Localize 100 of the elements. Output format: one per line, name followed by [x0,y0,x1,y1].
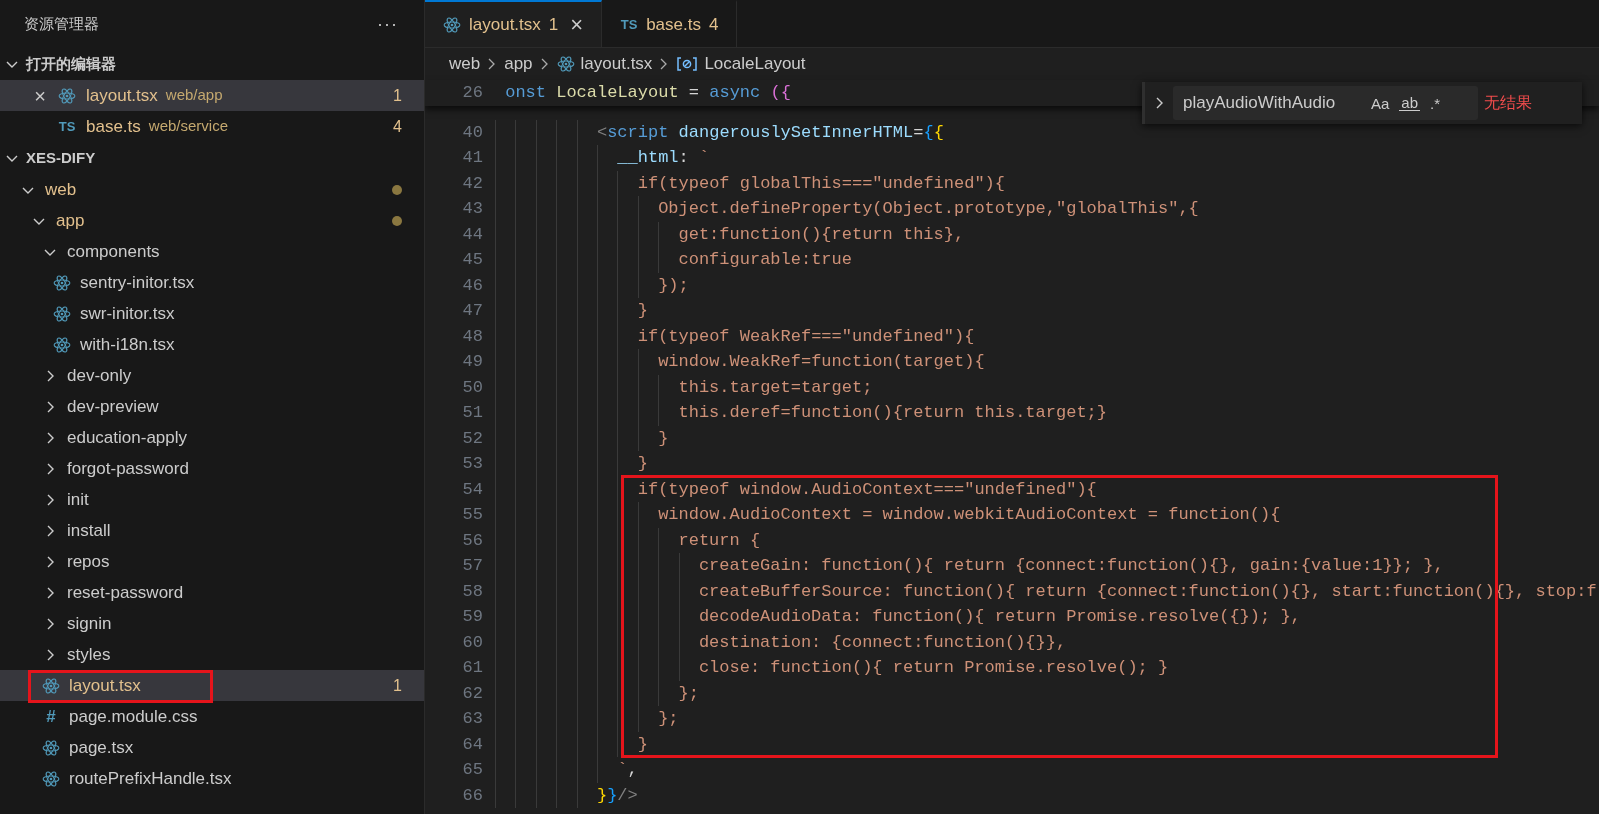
folder-item[interactable]: init [0,484,424,515]
file-name: layout.tsx [69,674,141,697]
folder-name: repos [67,550,110,573]
code-line: }; [678,682,699,705]
folder-item[interactable]: components [0,236,424,267]
folder-item[interactable]: install [0,515,424,546]
folder-name: reset-password [67,581,184,604]
atom-icon [443,15,461,34]
line-number: 41 [461,147,483,169]
breadcrumb-item[interactable]: layout.tsx [580,51,653,77]
code-line: if(typeof globalThis==="undefined"){ [637,172,1005,195]
folder-item[interactable]: repos [0,546,424,577]
code-line: } [637,453,648,475]
atom-icon [53,335,71,354]
atom-icon [42,676,60,695]
file-name: routePrefixHandle.tsx [69,767,232,790]
line-number: 45 [461,249,483,271]
file-type-label: TS [58,117,76,136]
problem-count: 1 [393,85,402,106]
editor-tab[interactable]: layout.tsx 1 × [425,0,603,47]
file-item[interactable]: sentry-initor.tsx [0,267,424,298]
line-number: 65 [461,759,483,781]
file-item[interactable]: page.tsx [0,732,424,763]
breadcrumb-item[interactable]: web [449,51,481,77]
file-name: base.ts [86,115,141,138]
folder-item[interactable]: signin [0,608,424,639]
folder-item[interactable]: dev-preview [0,391,424,422]
line-number: 56 [461,529,483,552]
file-type-label: TS [620,15,639,34]
file-item[interactable]: # page.module.css [0,701,424,732]
file-path: web/service [148,116,228,137]
section-title[interactable]: XES-DIFY [26,146,96,170]
file-path: web/app [165,85,223,106]
code-line: window.AudioContext = window.webkitAudioContext = function(){ [658,504,1281,526]
search-result-text: 无结果 [1484,93,1532,113]
file-name: layout.tsx [86,84,158,107]
file-item[interactable]: swr-initor.tsx [0,298,424,329]
code-line: } [637,733,648,756]
code-line: destination: {connect:function(){}}, [698,631,1067,654]
search-option-toggle[interactable]: .* [1428,95,1443,111]
close-icon[interactable]: × [570,8,584,41]
code-line: configurable:true [678,249,852,271]
folder-item[interactable]: reset-password [0,577,424,608]
search-option-toggle[interactable]: ab [1399,95,1421,111]
line-number: 60 [461,631,483,654]
line-number: 44 [461,223,483,246]
open-editor-item[interactable]: × layout.tsx web/app 1 [0,80,424,111]
code-line: __html: ` [617,147,710,169]
line-number: 62 [461,682,483,705]
line-number: 46 [461,274,483,297]
problem-count: 4 [393,116,402,137]
file-name: page.module.css [69,705,198,728]
code-line: }}/> [596,784,638,807]
line-number: 40 [461,121,483,144]
search-option-toggle[interactable]: Aa [1369,95,1392,111]
atom-icon [42,769,60,788]
folder-item[interactable]: app [0,205,424,236]
file-item[interactable]: layout.tsx 1 [0,670,424,701]
folder-name: dev-preview [67,395,159,418]
line-number: 66 [461,784,483,807]
breadcrumb-item[interactable]: LocaleLayout [704,51,806,77]
breadcrumb-item[interactable]: app [504,51,533,77]
line-number: 50 [461,376,483,399]
code-line: }; [658,708,679,730]
folder-item[interactable]: web [0,174,424,205]
section-title[interactable]: 打开的编辑器 [26,52,116,76]
line-number: 53 [461,453,483,475]
line-number: 48 [461,325,483,348]
folder-item[interactable]: dev-only [0,360,424,391]
line-number: 54 [461,478,483,501]
folder-name: components [67,240,160,263]
file-name: page.tsx [69,736,134,759]
folder-item[interactable]: styles [0,639,424,670]
code-line: this.deref=function(){return this.target;} [678,402,1107,424]
folder-item[interactable]: education-apply [0,422,424,453]
folder-name: signin [67,612,112,635]
folder-item[interactable]: forgot-password [0,453,424,484]
line-number: 52 [461,427,483,450]
file-item[interactable]: with-i18n.tsx [0,329,424,360]
code-line: close: function(){ return Promise.resolve(); } [698,657,1169,679]
folder-name: init [67,488,89,511]
code-line: } [637,300,648,322]
file-type-label: # [45,705,57,728]
open-editor-item[interactable]: TS base.ts web/service 4 [0,111,424,142]
file-item[interactable]: routePrefixHandle.tsx [0,763,424,794]
atom-icon [53,304,71,323]
search-field[interactable]: playAudioWithAudio Aa ab .* [1173,86,1478,120]
folder-name: app [56,209,85,232]
folder-name: education-apply [67,426,188,449]
folder-name: web [45,178,77,201]
code-line: Object.defineProperty(Object.prototype,"globalThis",{ [658,198,1199,220]
panel-title: 资源管理器 [24,13,99,34]
line-number: 57 [461,555,483,577]
atom-icon [556,55,575,73]
line-number: 59 [461,606,483,628]
close-icon[interactable]: × [30,80,50,111]
symbol-icon [676,56,699,72]
code-line: <script dangerouslySetInnerHTML={{ [596,121,944,144]
folder-name: install [67,519,111,542]
more-button[interactable]: ··· [373,10,402,38]
